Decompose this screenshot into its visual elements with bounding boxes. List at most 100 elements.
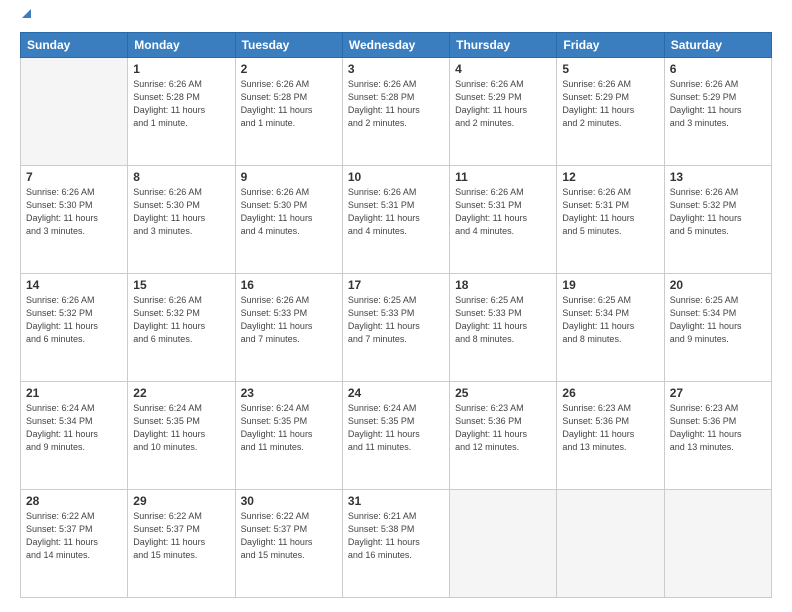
calendar-cell: 25 Sunrise: 6:23 AM Sunset: 5:36 PM Dayli… xyxy=(450,382,557,490)
day-number: 1 xyxy=(133,62,229,76)
calendar-cell: 26 Sunrise: 6:23 AM Sunset: 5:36 PM Dayli… xyxy=(557,382,664,490)
day-number: 7 xyxy=(26,170,122,184)
calendar-week-4: 21 Sunrise: 6:24 AM Sunset: 5:34 PM Dayli… xyxy=(21,382,772,490)
calendar-cell: 20 Sunrise: 6:25 AM Sunset: 5:34 PM Dayli… xyxy=(664,274,771,382)
day-number: 8 xyxy=(133,170,229,184)
day-info: Sunrise: 6:26 AM Sunset: 5:32 PM Dayligh… xyxy=(26,294,122,346)
calendar-week-3: 14 Sunrise: 6:26 AM Sunset: 5:32 PM Dayli… xyxy=(21,274,772,382)
day-number: 17 xyxy=(348,278,444,292)
day-info: Sunrise: 6:26 AM Sunset: 5:31 PM Dayligh… xyxy=(455,186,551,238)
calendar-header-row: SundayMondayTuesdayWednesdayThursdayFrid… xyxy=(21,33,772,58)
calendar-header-friday: Friday xyxy=(557,33,664,58)
day-info: Sunrise: 6:26 AM Sunset: 5:30 PM Dayligh… xyxy=(133,186,229,238)
day-number: 19 xyxy=(562,278,658,292)
calendar-cell: 27Sunrise: 6:23 AM Sunset: 5:36 PM Dayli… xyxy=(664,382,771,490)
day-info: Sunrise: 6:25 AM Sunset: 5:33 PM Dayligh… xyxy=(455,294,551,346)
logo-triangle-icon xyxy=(22,9,31,18)
day-info: Sunrise: 6:23 AM Sunset: 5:36 PM Dayligh… xyxy=(562,402,658,454)
logo xyxy=(20,18,31,22)
day-number: 25 xyxy=(455,386,551,400)
calendar-header-sunday: Sunday xyxy=(21,33,128,58)
calendar-cell: 22 Sunrise: 6:24 AM Sunset: 5:35 PM Dayli… xyxy=(128,382,235,490)
day-info: Sunrise: 6:23 AM Sunset: 5:36 PM Dayligh… xyxy=(455,402,551,454)
day-number: 18 xyxy=(455,278,551,292)
day-info: Sunrise: 6:24 AM Sunset: 5:35 PM Dayligh… xyxy=(241,402,337,454)
day-info: Sunrise: 6:26 AM Sunset: 5:33 PM Dayligh… xyxy=(241,294,337,346)
calendar-cell: 3 Sunrise: 6:26 AM Sunset: 5:28 PM Daylig… xyxy=(342,58,449,166)
calendar-cell: 18 Sunrise: 6:25 AM Sunset: 5:33 PM Dayli… xyxy=(450,274,557,382)
calendar-cell: 28Sunrise: 6:22 AM Sunset: 5:37 PM Dayli… xyxy=(21,490,128,598)
day-number: 22 xyxy=(133,386,229,400)
calendar-cell: 8 Sunrise: 6:26 AM Sunset: 5:30 PM Daylig… xyxy=(128,166,235,274)
calendar-cell xyxy=(450,490,557,598)
day-info: Sunrise: 6:26 AM Sunset: 5:31 PM Dayligh… xyxy=(562,186,658,238)
calendar-cell: 13 Sunrise: 6:26 AM Sunset: 5:32 PM Dayli… xyxy=(664,166,771,274)
day-info: Sunrise: 6:26 AM Sunset: 5:29 PM Dayligh… xyxy=(670,78,766,130)
day-info: Sunrise: 6:22 AM Sunset: 5:37 PM Dayligh… xyxy=(241,510,337,562)
calendar-header-thursday: Thursday xyxy=(450,33,557,58)
calendar-cell: 11 Sunrise: 6:26 AM Sunset: 5:31 PM Dayli… xyxy=(450,166,557,274)
calendar-cell: 1 Sunrise: 6:26 AM Sunset: 5:28 PM Daylig… xyxy=(128,58,235,166)
day-number: 14 xyxy=(26,278,122,292)
page: SundayMondayTuesdayWednesdayThursdayFrid… xyxy=(0,0,792,612)
calendar-cell xyxy=(557,490,664,598)
day-number: 29 xyxy=(133,494,229,508)
day-info: Sunrise: 6:21 AM Sunset: 5:38 PM Dayligh… xyxy=(348,510,444,562)
calendar-cell: 30 Sunrise: 6:22 AM Sunset: 5:37 PM Dayli… xyxy=(235,490,342,598)
day-number: 13 xyxy=(670,170,766,184)
day-number: 10 xyxy=(348,170,444,184)
calendar-cell: 16 Sunrise: 6:26 AM Sunset: 5:33 PM Dayli… xyxy=(235,274,342,382)
day-number: 3 xyxy=(348,62,444,76)
calendar-header-monday: Monday xyxy=(128,33,235,58)
day-info: Sunrise: 6:26 AM Sunset: 5:32 PM Dayligh… xyxy=(133,294,229,346)
day-number: 20 xyxy=(670,278,766,292)
calendar-header-tuesday: Tuesday xyxy=(235,33,342,58)
day-number: 28 xyxy=(26,494,122,508)
calendar-table: SundayMondayTuesdayWednesdayThursdayFrid… xyxy=(20,32,772,598)
header xyxy=(20,18,772,22)
day-number: 30 xyxy=(241,494,337,508)
day-info: Sunrise: 6:26 AM Sunset: 5:28 PM Dayligh… xyxy=(348,78,444,130)
day-number: 9 xyxy=(241,170,337,184)
calendar-header-wednesday: Wednesday xyxy=(342,33,449,58)
calendar-cell xyxy=(664,490,771,598)
calendar-cell: 14 Sunrise: 6:26 AM Sunset: 5:32 PM Dayli… xyxy=(21,274,128,382)
day-number: 16 xyxy=(241,278,337,292)
day-info: Sunrise: 6:24 AM Sunset: 5:35 PM Dayligh… xyxy=(348,402,444,454)
calendar-cell: 10Sunrise: 6:26 AM Sunset: 5:31 PM Dayli… xyxy=(342,166,449,274)
calendar-cell: 7 Sunrise: 6:26 AM Sunset: 5:30 PM Daylig… xyxy=(21,166,128,274)
day-info: Sunrise: 6:26 AM Sunset: 5:32 PM Dayligh… xyxy=(670,186,766,238)
day-info: Sunrise: 6:22 AM Sunset: 5:37 PM Dayligh… xyxy=(133,510,229,562)
calendar-cell xyxy=(21,58,128,166)
day-info: Sunrise: 6:26 AM Sunset: 5:30 PM Dayligh… xyxy=(241,186,337,238)
day-number: 11 xyxy=(455,170,551,184)
day-info: Sunrise: 6:24 AM Sunset: 5:35 PM Dayligh… xyxy=(133,402,229,454)
calendar-cell: 21 Sunrise: 6:24 AM Sunset: 5:34 PM Dayli… xyxy=(21,382,128,490)
day-number: 5 xyxy=(562,62,658,76)
day-info: Sunrise: 6:24 AM Sunset: 5:34 PM Dayligh… xyxy=(26,402,122,454)
calendar-cell: 6 Sunrise: 6:26 AM Sunset: 5:29 PM Daylig… xyxy=(664,58,771,166)
calendar-week-5: 28 Sunrise: 6:22 AM Sunset: 5:37 PM Dayli… xyxy=(21,490,772,598)
calendar-cell: 4 Sunrise: 6:26 AM Sunset: 5:29 PM Daylig… xyxy=(450,58,557,166)
day-number: 12 xyxy=(562,170,658,184)
day-number: 15 xyxy=(133,278,229,292)
day-number: 24 xyxy=(348,386,444,400)
day-number: 6 xyxy=(670,62,766,76)
calendar-cell: 5Sunrise: 6:26 AM Sunset: 5:29 PM Daylig… xyxy=(557,58,664,166)
calendar-week-1: 1 Sunrise: 6:26 AM Sunset: 5:28 PM Daylig… xyxy=(21,58,772,166)
calendar-cell: 24 Sunrise: 6:24 AM Sunset: 5:35 PM Dayli… xyxy=(342,382,449,490)
calendar-cell: 9 Sunrise: 6:26 AM Sunset: 5:30 PM Daylig… xyxy=(235,166,342,274)
day-info: Sunrise: 6:26 AM Sunset: 5:29 PM Dayligh… xyxy=(455,78,551,130)
day-info: Sunrise: 6:26 AM Sunset: 5:30 PM Dayligh… xyxy=(26,186,122,238)
day-info: Sunrise: 6:26 AM Sunset: 5:28 PM Dayligh… xyxy=(133,78,229,130)
calendar-cell: 2Sunrise: 6:26 AM Sunset: 5:28 PM Daylig… xyxy=(235,58,342,166)
calendar-cell: 12 Sunrise: 6:26 AM Sunset: 5:31 PM Dayli… xyxy=(557,166,664,274)
day-info: Sunrise: 6:25 AM Sunset: 5:34 PM Dayligh… xyxy=(670,294,766,346)
calendar-cell: 17Sunrise: 6:25 AM Sunset: 5:33 PM Dayli… xyxy=(342,274,449,382)
day-number: 21 xyxy=(26,386,122,400)
calendar-cell: 29 Sunrise: 6:22 AM Sunset: 5:37 PM Dayli… xyxy=(128,490,235,598)
day-info: Sunrise: 6:26 AM Sunset: 5:28 PM Dayligh… xyxy=(241,78,337,130)
day-number: 4 xyxy=(455,62,551,76)
day-number: 26 xyxy=(562,386,658,400)
calendar-week-2: 7 Sunrise: 6:26 AM Sunset: 5:30 PM Daylig… xyxy=(21,166,772,274)
